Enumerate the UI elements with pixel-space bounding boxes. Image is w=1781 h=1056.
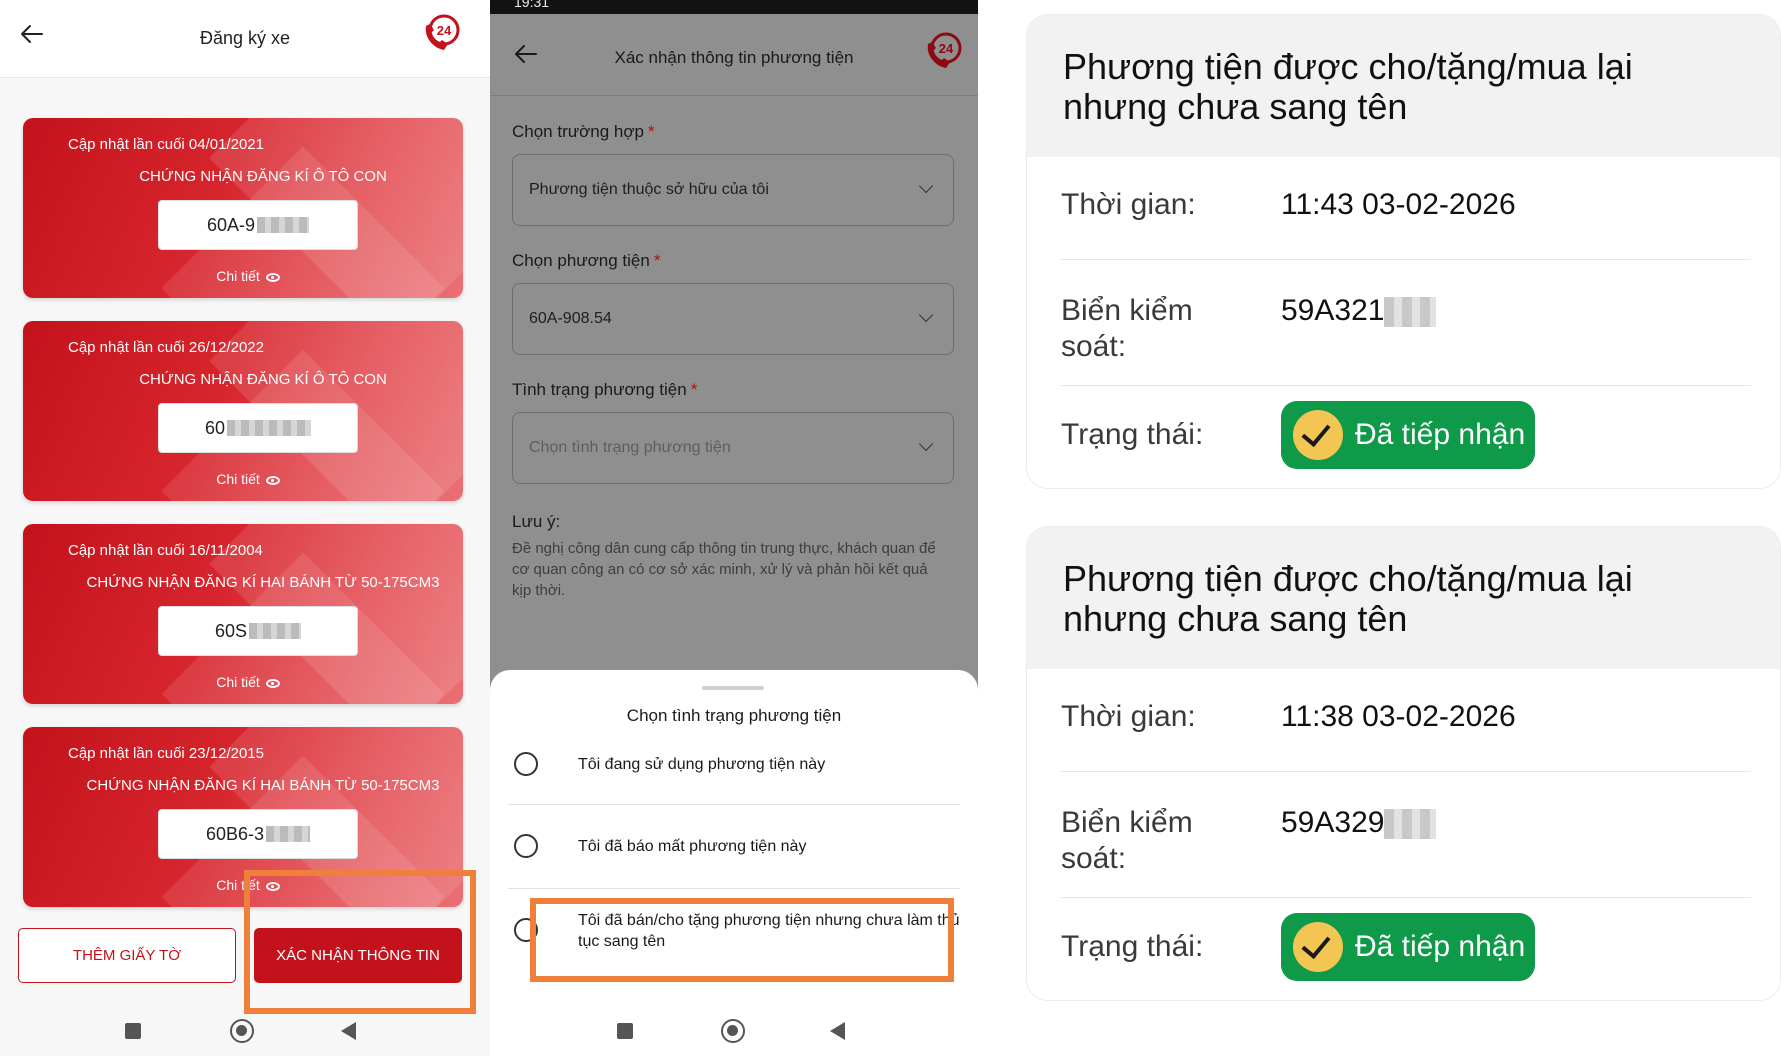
registration-card[interactable]: Cập nhật lần cuối 16/11/2004 CHỨNG NHẬN … <box>23 524 463 704</box>
radio-icon[interactable] <box>514 752 538 776</box>
redacted-blur <box>1384 809 1437 840</box>
redacted-blur <box>257 217 310 233</box>
add-document-button[interactable]: THÊM GIẤY TỜ <box>18 928 236 983</box>
android-nav-bar <box>490 1000 978 1056</box>
highlight-box <box>530 898 954 982</box>
plate-number: 60A-9 <box>158 200 358 250</box>
status-card: Phương tiện được cho/tặng/mua lại nhưng … <box>1026 14 1781 489</box>
highlight-box <box>244 870 476 1014</box>
nav-back-icon[interactable] <box>830 1022 845 1040</box>
phone-24-logo-icon: 24 <box>425 14 460 50</box>
eye-icon <box>265 475 280 485</box>
nav-back-icon[interactable] <box>341 1022 356 1040</box>
last-updated: Cập nhật lần cuối 16/11/2004 <box>68 542 263 559</box>
card-header: Phương tiện được cho/tặng/mua lại nhưng … <box>1027 15 1780 157</box>
case-label: Chọn trường hợp * <box>512 122 655 141</box>
android-nav-bar <box>0 1000 490 1056</box>
certificate-type: CHỨNG NHẬN ĐĂNG KÍ HAI BÁNH TỪ 50-175CM3 <box>86 777 440 794</box>
chevron-down-icon <box>918 307 934 323</box>
header: Đăng ký xe 24 <box>0 0 490 78</box>
sheet-title: Chọn tình trạng phương tiện <box>626 706 842 725</box>
certificate-type: CHỨNG NHẬN ĐĂNG KÍ Ô TÔ CON <box>139 168 387 185</box>
status-option[interactable]: Tôi đang sử dụng phương tiện này <box>508 750 960 832</box>
phone-24-logo-icon: 24 <box>927 32 962 68</box>
redacted-blur <box>249 623 302 639</box>
vehicle-confirmation-screen: 19:31 Xác nhận thông tin phương tiện 24 … <box>490 0 978 1056</box>
vehicle-registration-screen: Đăng ký xe 24 Cập nhật lần cuối 04/01/20… <box>0 0 490 1056</box>
header: Xác nhận thông tin phương tiện 24 <box>490 18 978 96</box>
detail-link[interactable]: Chi tiết <box>23 471 463 487</box>
bottom-sheet: Chọn tình trạng phương tiện Tôi đang sử … <box>490 670 978 1056</box>
redacted-blur <box>1384 297 1437 328</box>
status-time: 19:31 <box>514 0 550 10</box>
note-body: Đề nghị công dân cung cấp thông tin trun… <box>512 540 936 599</box>
chevron-down-icon <box>918 436 934 452</box>
plate-number: 60 <box>158 403 358 453</box>
redacted-blur <box>227 420 312 436</box>
eye-icon <box>265 678 280 688</box>
card-title: Phương tiện được cho/tặng/mua lại nhưng … <box>1063 558 1633 639</box>
vehicle-select[interactable]: 60A-908.54 <box>512 283 954 355</box>
nav-home-icon[interactable] <box>721 1019 745 1043</box>
registration-card[interactable]: Cập nhật lần cuối 04/01/2021 CHỨNG NHẬN … <box>23 118 463 298</box>
last-updated: Cập nhật lần cuối 04/01/2021 <box>68 136 264 153</box>
note-title: Lưu ý: <box>512 512 561 531</box>
last-updated: Cập nhật lần cuối 23/12/2015 <box>68 745 264 762</box>
card-header: Phương tiện được cho/tặng/mua lại nhưng … <box>1027 527 1780 669</box>
nav-square-icon[interactable] <box>617 1023 633 1039</box>
check-icon <box>1293 410 1343 460</box>
submission-status-panel: Phương tiện được cho/tặng/mua lại nhưng … <box>1018 0 1781 1056</box>
vehicle-label: Chọn phương tiện * <box>512 251 661 270</box>
plate-number: 60S <box>158 606 358 656</box>
case-select[interactable]: Phương tiện thuộc sở hữu của tôi <box>512 154 954 226</box>
card-title: Phương tiện được cho/tặng/mua lại nhưng … <box>1063 46 1633 127</box>
eye-icon <box>265 272 280 282</box>
radio-icon[interactable] <box>514 834 538 858</box>
vehicle-status-label: Tình trạng phương tiện * <box>512 380 698 399</box>
certificate-type: CHỨNG NHẬN ĐĂNG KÍ Ô TÔ CON <box>139 371 387 388</box>
check-icon <box>1293 922 1343 972</box>
redacted-blur <box>266 826 311 842</box>
nav-square-icon[interactable] <box>125 1023 141 1039</box>
plate-number: 60B6-3 <box>158 809 358 859</box>
page-title: Xác nhận thông tin phương tiện <box>614 48 854 67</box>
chevron-down-icon <box>918 178 934 194</box>
nav-home-icon[interactable] <box>230 1019 254 1043</box>
svg-text:24: 24 <box>437 23 452 38</box>
status-bar: 19:31 <box>490 0 978 14</box>
sheet-handle[interactable] <box>702 686 764 690</box>
svg-text:24: 24 <box>939 41 954 56</box>
detail-link[interactable]: Chi tiết <box>23 674 463 690</box>
status-card: Phương tiện được cho/tặng/mua lại nhưng … <box>1026 526 1781 1001</box>
detail-link[interactable]: Chi tiết <box>23 268 463 284</box>
last-updated: Cập nhật lần cuối 26/12/2022 <box>68 339 264 356</box>
status-badge: Đã tiếp nhận <box>1281 401 1535 469</box>
registration-card[interactable]: Cập nhật lần cuối 26/12/2022 CHỨNG NHẬN … <box>23 321 463 501</box>
status-badge: Đã tiếp nhận <box>1281 913 1535 981</box>
page-title: Đăng ký xe <box>199 28 291 48</box>
certificate-type: CHỨNG NHẬN ĐĂNG KÍ HAI BÁNH TỪ 50-175CM3 <box>86 574 440 591</box>
vehicle-status-select[interactable]: Chọn tình trạng phương tiện <box>512 412 954 484</box>
